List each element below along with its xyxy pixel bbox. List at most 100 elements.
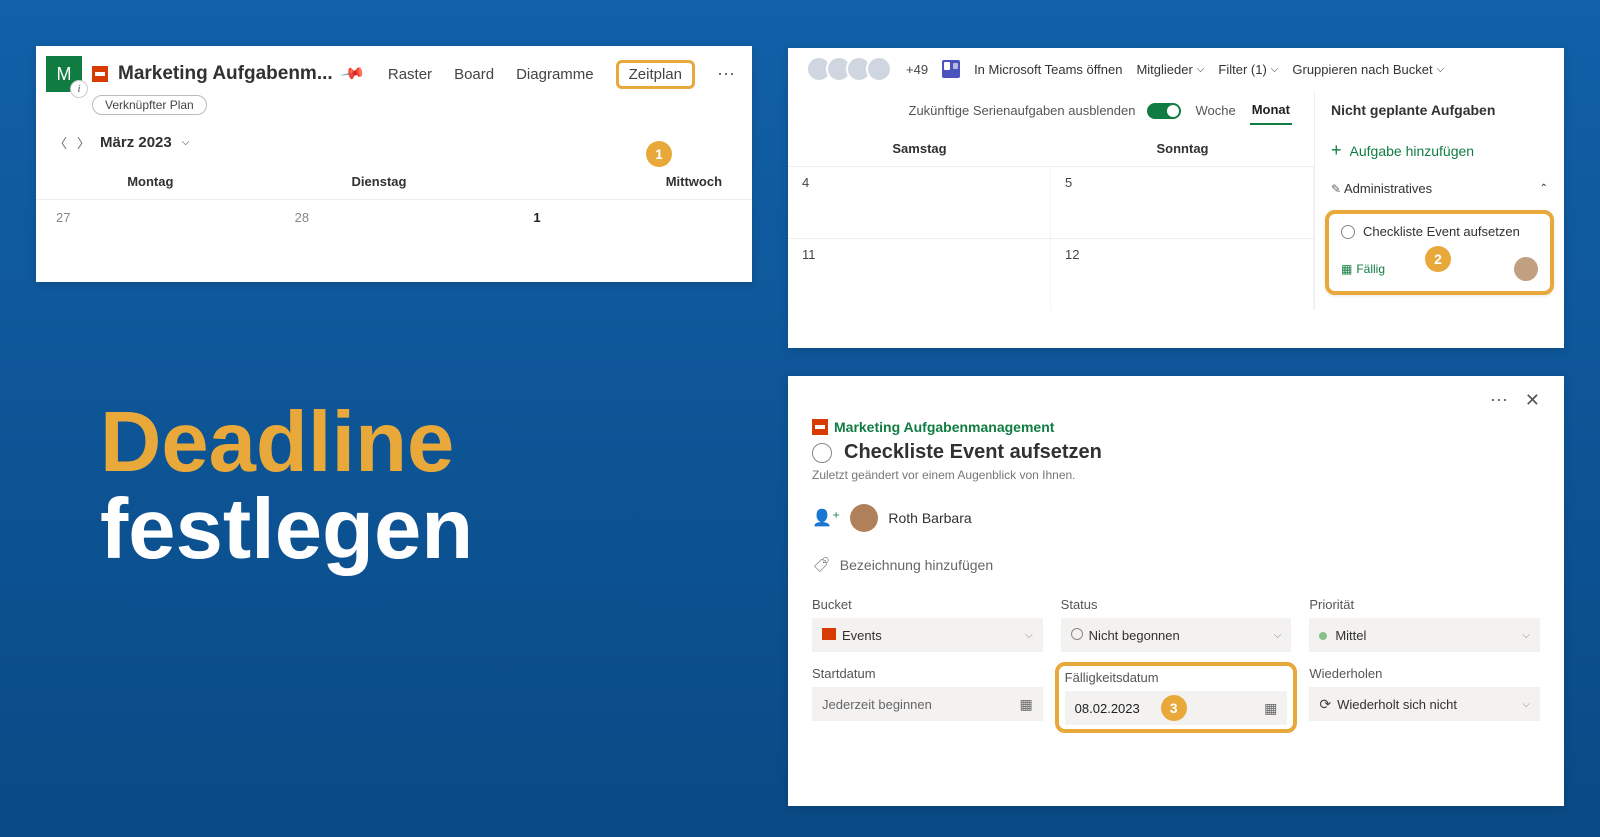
plan-tile: M i bbox=[46, 56, 82, 92]
close-icon[interactable]: ✕ bbox=[1525, 390, 1540, 411]
task-card-title: Checkliste Event aufsetzen bbox=[1363, 224, 1520, 239]
status-label: Status bbox=[1061, 597, 1292, 612]
cell-27[interactable]: 27 bbox=[36, 199, 275, 235]
last-changed-text: Zuletzt geändert vor einem Augenblick vo… bbox=[812, 468, 1540, 482]
calendar-month: Zukünftige Serienaufgaben ausblenden Woc… bbox=[788, 90, 1314, 310]
tag-icon: 🏷 bbox=[812, 556, 829, 574]
startdate-input[interactable]: Jederzeit beginnen ▦ bbox=[812, 687, 1043, 721]
duedate-label: Fälligkeitsdatum bbox=[1065, 670, 1288, 685]
unplanned-tasks-header: Nicht geplante Aufgaben bbox=[1325, 90, 1554, 130]
repeat-label: Wiederholen bbox=[1309, 666, 1540, 681]
view-week-tab[interactable]: Woche bbox=[1193, 97, 1237, 124]
view-month-tab[interactable]: Monat bbox=[1250, 96, 1292, 125]
tab-zeitplan[interactable]: Zeitplan bbox=[616, 60, 695, 89]
tab-raster[interactable]: Raster bbox=[388, 66, 432, 83]
chevron-down-icon: ⌵ bbox=[1274, 630, 1282, 641]
next-month-icon[interactable]: 〉 bbox=[77, 133, 90, 152]
cell-4[interactable]: 4 bbox=[788, 167, 1051, 238]
pencil-icon: ✎ bbox=[1331, 182, 1341, 196]
complete-circle-icon[interactable] bbox=[1341, 225, 1355, 239]
panel-calendar-side: +49 In Microsoft Teams öffnen Mitglieder… bbox=[788, 48, 1564, 348]
duedate-highlight: Fälligkeitsdatum 08.02.2023 ▦ 3 bbox=[1055, 662, 1298, 733]
view-tabs: Raster Board Diagramme Zeitplan ⋯ bbox=[388, 60, 736, 89]
assignee-name: Roth Barbara bbox=[888, 510, 971, 526]
cell-12[interactable]: 12 bbox=[1051, 239, 1314, 310]
cell-11[interactable]: 11 bbox=[788, 239, 1051, 310]
more-members-count[interactable]: +49 bbox=[906, 62, 928, 77]
calendar-row: 27 28 1 bbox=[36, 199, 752, 235]
plan-logo bbox=[92, 66, 108, 82]
unplanned-tasks-panel: Nicht geplante Aufgaben + Aufgabe hinzuf… bbox=[1314, 90, 1564, 310]
tab-diagramme[interactable]: Diagramme bbox=[516, 66, 594, 83]
bucket-color-icon bbox=[822, 628, 836, 640]
add-task-button[interactable]: + Aufgabe hinzufügen bbox=[1325, 130, 1554, 171]
open-in-teams-link[interactable]: In Microsoft Teams öffnen bbox=[974, 62, 1122, 77]
repeat-dropdown[interactable]: ⟳Wiederholt sich nicht ⌵ bbox=[1309, 687, 1540, 721]
assignee-row[interactable]: 👤⁺ Roth Barbara bbox=[812, 504, 1540, 532]
priority-dot-icon bbox=[1319, 632, 1327, 640]
status-dropdown[interactable]: Nicht begonnen ⌵ bbox=[1061, 618, 1292, 652]
chevron-down-icon: ⌵ bbox=[1522, 699, 1530, 710]
complete-circle-icon[interactable] bbox=[812, 443, 832, 463]
hide-recurring-toggle[interactable] bbox=[1147, 103, 1181, 119]
info-icon[interactable]: i bbox=[70, 80, 88, 98]
plan-title: Marketing Aufgabenm... bbox=[118, 63, 333, 85]
cell-1[interactable]: 1 bbox=[513, 199, 752, 235]
cell-28[interactable]: 28 bbox=[275, 199, 514, 235]
day-wed: Mittwoch bbox=[493, 164, 752, 199]
chevron-up-icon: ⌃ bbox=[1540, 183, 1548, 194]
task-title[interactable]: Checkliste Event aufsetzen bbox=[844, 441, 1102, 464]
member-avatars[interactable] bbox=[806, 56, 892, 82]
calendar-icon: ▦ bbox=[1264, 700, 1277, 717]
add-person-icon[interactable]: 👤⁺ bbox=[812, 508, 840, 528]
cell-5[interactable]: 5 bbox=[1051, 167, 1314, 238]
callout-3: 3 bbox=[1161, 695, 1187, 721]
filter-dropdown[interactable]: Filter (1)⌵ bbox=[1218, 62, 1278, 77]
startdate-label: Startdatum bbox=[812, 666, 1043, 681]
members-dropdown[interactable]: Mitglieder⌵ bbox=[1136, 62, 1204, 77]
bucket-dropdown[interactable]: Events ⌵ bbox=[812, 618, 1043, 652]
add-task-label: Aufgabe hinzufügen bbox=[1350, 143, 1475, 159]
day-sun: Sonntag bbox=[1051, 131, 1314, 166]
tab-board[interactable]: Board bbox=[454, 66, 494, 83]
headline: Deadline festlegen bbox=[100, 400, 473, 574]
avatar bbox=[866, 56, 892, 82]
month-label[interactable]: März 2023 bbox=[100, 134, 172, 151]
linked-plan-pill[interactable]: Verknüpfter Plan bbox=[92, 95, 207, 115]
day-tue: Dienstag bbox=[265, 164, 494, 199]
callout-2: 2 bbox=[1425, 246, 1451, 272]
duedate-input[interactable]: 08.02.2023 ▦ 3 bbox=[1065, 691, 1288, 725]
calendar-icon: ▦ bbox=[1019, 696, 1032, 713]
day-sat: Samstag bbox=[788, 131, 1051, 166]
more-menu-icon[interactable]: ⋯ bbox=[717, 64, 736, 85]
pin-icon[interactable]: 📌 bbox=[339, 60, 367, 88]
headline-line1: Deadline bbox=[100, 400, 473, 485]
plan-tile-letter: M bbox=[57, 64, 72, 85]
hide-recurring-label: Zukünftige Serienaufgaben ausblenden bbox=[909, 103, 1136, 118]
status-circle-icon bbox=[1071, 628, 1083, 640]
due-indicator: ▦ Fällig bbox=[1341, 262, 1385, 276]
due-text: Fällig bbox=[1356, 262, 1385, 276]
plan-logo-icon bbox=[812, 419, 828, 435]
bucket-header-admin[interactable]: ✎ Administratives ⌃ bbox=[1325, 171, 1554, 206]
priority-dropdown[interactable]: Mittel ⌵ bbox=[1309, 618, 1540, 652]
prev-month-icon[interactable]: 〈 bbox=[54, 133, 67, 152]
plan-breadcrumb[interactable]: Marketing Aufgabenmanagement bbox=[812, 419, 1540, 435]
panel-task-detail: ⋯ ✕ Marketing Aufgabenmanagement Checkli… bbox=[788, 376, 1564, 806]
task-card[interactable]: Checkliste Event aufsetzen ▦ Fällig 2 bbox=[1325, 210, 1554, 295]
assignee-avatar bbox=[1514, 257, 1538, 281]
month-dropdown-icon[interactable]: ⌵ bbox=[182, 137, 190, 148]
chevron-down-icon: ⌵ bbox=[1522, 630, 1530, 641]
plus-icon: + bbox=[1331, 140, 1342, 161]
chevron-down-icon: ⌵ bbox=[1025, 630, 1033, 641]
task-more-icon[interactable]: ⋯ bbox=[1490, 390, 1509, 411]
calendar-header: Montag Dienstag Mittwoch bbox=[36, 164, 752, 199]
add-label-button[interactable]: 🏷 Bezeichnung hinzufügen bbox=[812, 556, 1540, 573]
repeat-icon: ⟳ bbox=[1319, 696, 1331, 712]
priority-label: Priorität bbox=[1309, 597, 1540, 612]
calendar-icon: ▦ bbox=[1341, 262, 1352, 276]
headline-line2: festlegen bbox=[100, 485, 473, 574]
groupby-dropdown[interactable]: Gruppieren nach Bucket⌵ bbox=[1292, 62, 1444, 77]
assignee-avatar bbox=[850, 504, 878, 532]
teams-icon bbox=[942, 60, 960, 78]
